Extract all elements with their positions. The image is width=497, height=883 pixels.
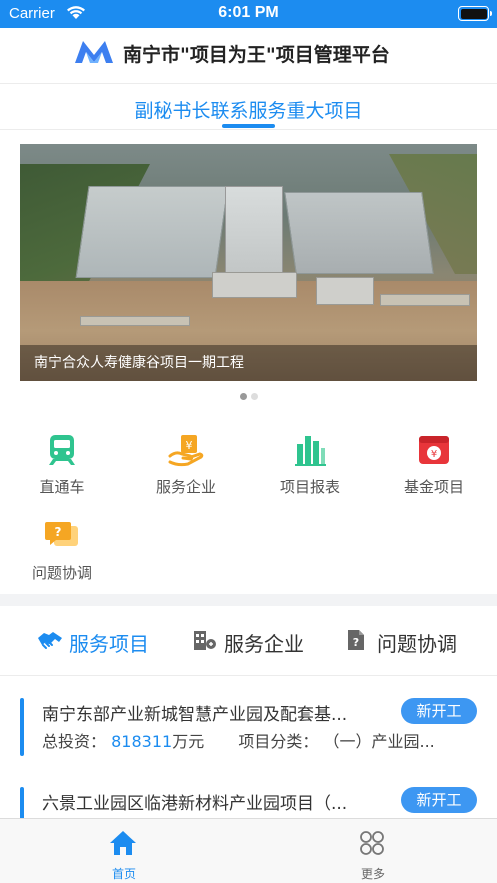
carousel-dot[interactable] [250, 393, 258, 400]
grid-item-train[interactable]: 直通车 [0, 428, 124, 498]
banner-image-field [80, 316, 190, 326]
project-name: 南宁东部产业新城智慧产业园及配套基... [42, 705, 348, 725]
service-tabs: 服务项目 服务企业 ? 问题协调 [0, 606, 497, 676]
project-meta: 总投资： 818311万元 项目分类： （一）产业园... [42, 728, 435, 752]
train-icon [49, 435, 75, 465]
bottom-tab-bar: 首页 更多 [0, 818, 497, 883]
svg-text:¥: ¥ [431, 449, 437, 460]
section-tab-label[interactable]: 副秘书长联系服务重大项目 [0, 96, 497, 123]
banner-carousel[interactable]: 南宁合众人寿健康谷项目一期工程 [20, 144, 477, 381]
tab-label: 服务项目 [69, 632, 149, 656]
status-badge: 新开工 [401, 787, 477, 813]
tab-label: 更多 [360, 867, 385, 881]
handshake-icon [38, 632, 62, 649]
project-name: 六景工业园区临港新材料产业园项目（... [42, 794, 348, 814]
home-icon [110, 831, 136, 855]
grid-item-label: 直通车 [39, 478, 85, 496]
carousel-dots [0, 393, 497, 400]
status-badge: 新开工 [401, 698, 477, 724]
section-tab-indicator [222, 124, 275, 128]
svg-text:?: ? [55, 525, 62, 539]
carousel-dot-active[interactable] [239, 393, 247, 400]
category-value: （一）产业园... [323, 732, 435, 751]
tab-more[interactable]: 更多 [311, 819, 435, 883]
banner-caption: 南宁合众人寿健康谷项目一期工程 [34, 355, 244, 371]
banner-image-building [316, 277, 374, 305]
category-label: 项目分类： [238, 732, 319, 751]
banner-image-building [75, 186, 229, 278]
banner-image-field [380, 294, 470, 306]
tab-label: 服务企业 [224, 632, 304, 656]
svg-text:¥: ¥ [186, 439, 193, 452]
building-icon [194, 631, 216, 650]
grid-item-label: 基金项目 [403, 478, 464, 496]
svg-text:?: ? [353, 636, 359, 649]
banner-image-building [212, 272, 297, 298]
hand-service-icon: ¥ [168, 435, 204, 467]
section-divider [0, 594, 497, 606]
grid-item-label: 服务企业 [155, 478, 216, 496]
banner-image-building [225, 186, 283, 274]
app-header: 南宁市"项目为王"项目管理平台 [0, 28, 497, 84]
status-bar: Carrier 6:01 PM [0, 0, 497, 28]
tab-service-projects[interactable]: 服务项目 [37, 626, 162, 656]
investment-label: 总投资： [42, 732, 107, 751]
tab-service-enterprises[interactable]: 服务企业 [192, 626, 317, 656]
grid-item-issue-coordination[interactable]: ? 问题协调 [0, 514, 124, 584]
grid-item-label: 问题协调 [31, 564, 92, 582]
investment-value: 818311 [111, 732, 173, 751]
grid-item-service-enterprise[interactable]: ¥ 服务企业 [124, 428, 248, 498]
investment-unit: 万元 [172, 732, 205, 751]
tab-label: 首页 [111, 867, 136, 881]
grid-item-project-report[interactable]: 项目报表 [248, 428, 372, 498]
tab-label: 问题协调 [377, 632, 457, 656]
card-accent-bar [20, 698, 24, 756]
battery-icon [458, 6, 492, 21]
banner-image-building [284, 192, 434, 274]
more-icon [360, 831, 384, 855]
project-card[interactable]: 南宁东部产业新城智慧产业园及配套基... 新开工 总投资： 818311万元 项… [0, 698, 497, 778]
page-title: 南宁市"项目为王"项目管理平台 [123, 44, 390, 66]
grid-item-fund-project[interactable]: ¥ 基金项目 [372, 428, 496, 498]
bar-report-icon [295, 436, 326, 466]
document-question-icon: ? [348, 630, 364, 650]
status-time: 6:01 PM [218, 4, 279, 21]
section-tab[interactable]: 副秘书长联系服务重大项目 [0, 85, 497, 130]
fund-icon: ¥ [419, 436, 449, 464]
question-chat-icon: ? [45, 522, 78, 546]
tab-issue-coordination[interactable]: ? 问题协调 [345, 626, 470, 656]
tab-home[interactable]: 首页 [62, 819, 186, 883]
app-logo-icon [75, 41, 113, 63]
grid-item-label: 项目报表 [279, 478, 340, 496]
